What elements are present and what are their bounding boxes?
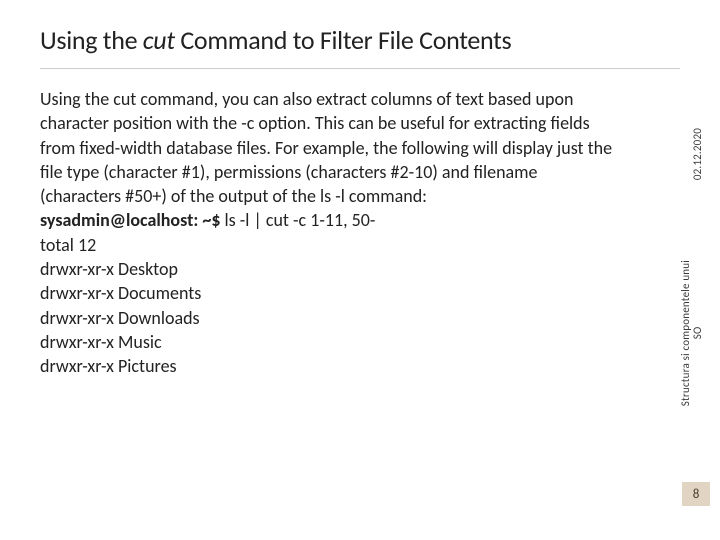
slide: Using the cut Command to Filter File Con… xyxy=(0,0,720,540)
side-source-line1: Structura si componentele unui xyxy=(679,260,692,406)
title-cmd: cut xyxy=(143,24,175,56)
shell-command: ls -l | cut -c 1-11, 50- xyxy=(225,209,376,231)
content-area: Using the cut command, you can also extr… xyxy=(40,87,620,379)
title-area: Using the cut Command to Filter File Con… xyxy=(40,24,680,69)
slide-title: Using the cut Command to Filter File Con… xyxy=(40,24,680,56)
output-line: drwxr-xr-x Desktop xyxy=(40,257,620,281)
output-line: total 12 xyxy=(40,233,620,257)
side-labels: 02.12.2020 Structura si componentele unu… xyxy=(684,80,708,480)
command-line: sysadmin@localhost: ~$ ls -l | cut -c 1-… xyxy=(40,208,620,232)
output-line: drwxr-xr-x Pictures xyxy=(40,354,620,378)
output-line: drwxr-xr-x Music xyxy=(40,330,620,354)
page-number: 8 xyxy=(693,487,700,502)
output-line: drwxr-xr-x Downloads xyxy=(40,306,620,330)
side-date: 02.12.2020 xyxy=(691,128,704,180)
title-pre: Using the xyxy=(40,24,143,56)
side-source: Structura si componentele unui SO xyxy=(680,260,704,406)
side-source-line2: SO xyxy=(691,327,704,340)
title-post: Command to Filter File Contents xyxy=(175,24,512,56)
body-paragraph: Using the cut command, you can also extr… xyxy=(40,87,620,208)
shell-prompt: sysadmin@localhost: ~$ xyxy=(40,209,225,231)
page-number-box: 8 xyxy=(682,482,710,506)
output-line: drwxr-xr-x Documents xyxy=(40,281,620,305)
